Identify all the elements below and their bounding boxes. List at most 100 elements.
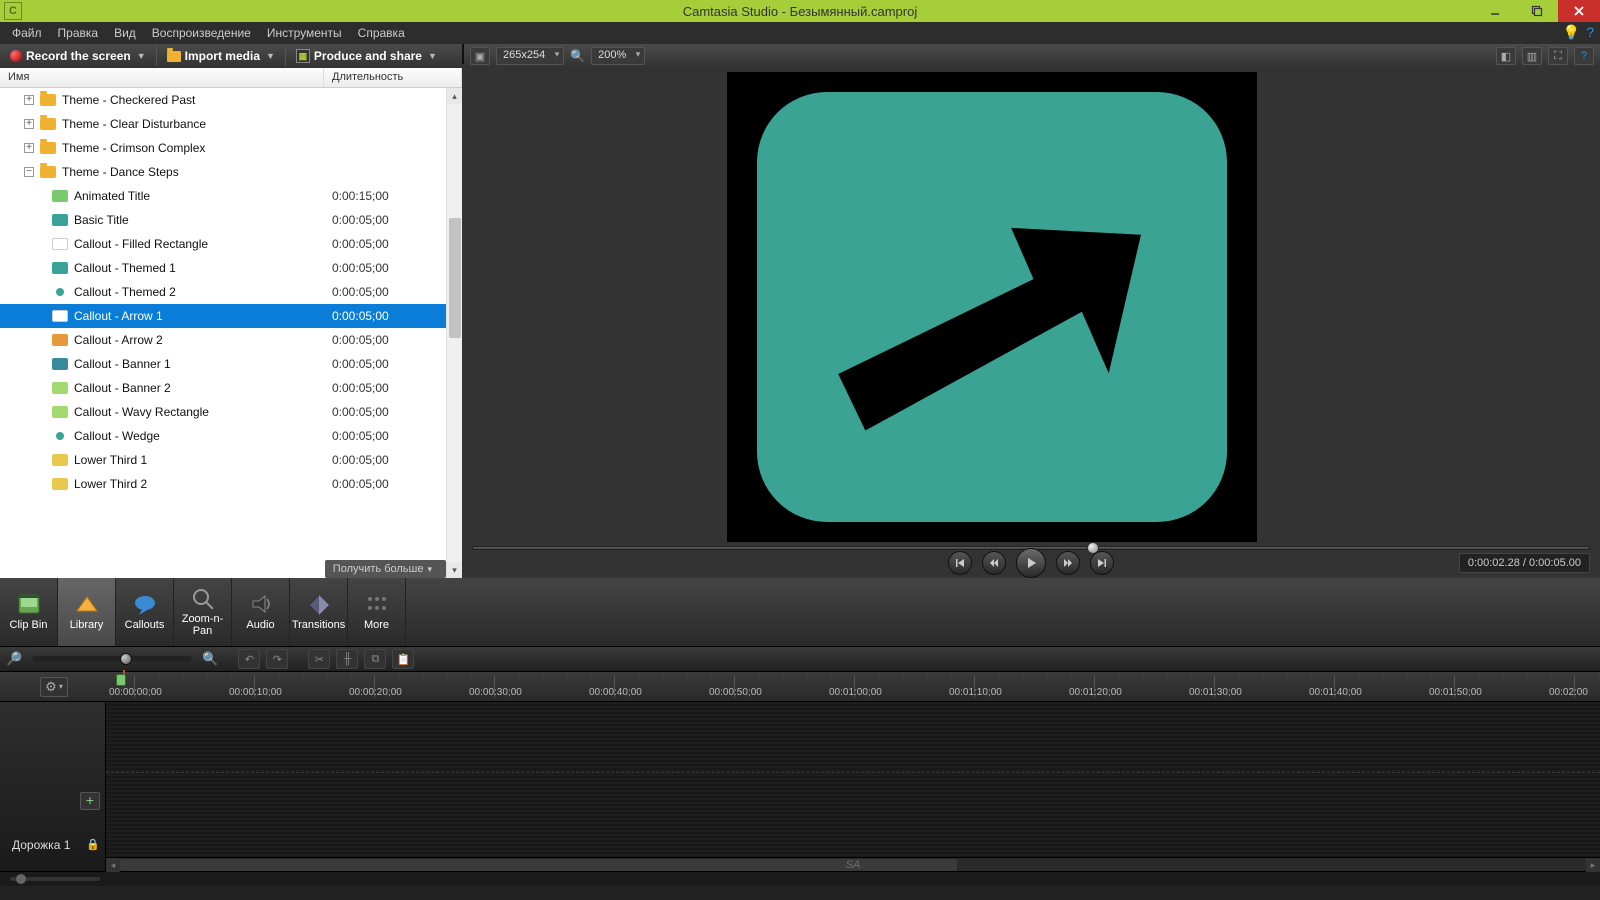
zoom-out-icon[interactable]: 🔎 <box>6 651 22 667</box>
ruler-minor-tick <box>1166 672 1167 678</box>
asset-row[interactable]: Callout - Themed 20:00:05;00 <box>0 280 462 304</box>
import-media-button[interactable]: Import media ▼ <box>161 45 281 67</box>
asset-row[interactable]: Callout - Wedge0:00:05;00 <box>0 424 462 448</box>
tooltab-zoom-n-pan[interactable]: Zoom-n-Pan <box>174 578 232 646</box>
paste-button[interactable]: 📋 <box>392 649 414 669</box>
asset-row[interactable]: Animated Title0:00:15;00 <box>0 184 462 208</box>
expand-icon[interactable]: + <box>24 143 34 153</box>
timeline-zoom-slider[interactable] <box>32 656 192 662</box>
expand-icon[interactable]: + <box>24 95 34 105</box>
asset-row[interactable]: Callout - Arrow 10:00:05;00 <box>0 304 462 328</box>
preview-tool-2[interactable]: ▥ <box>1522 47 1542 65</box>
scroll-thumb[interactable] <box>449 218 461 338</box>
timeline-options-button[interactable]: ⚙▾ <box>40 677 68 697</box>
window-title: Camtasia Studio - Безымянный.camproj <box>0 4 1600 19</box>
library-scrollbar[interactable]: ▴ ▾ <box>446 88 462 578</box>
hscroll-left-icon[interactable]: ◂ <box>106 858 120 872</box>
tips-icon[interactable]: 💡 <box>1563 24 1580 41</box>
tooltab-more[interactable]: More <box>348 578 406 646</box>
redo-button[interactable]: ↷ <box>266 649 288 669</box>
minimize-button[interactable] <box>1474 0 1516 22</box>
preview-canvas[interactable] <box>462 68 1600 542</box>
add-track-button[interactable]: + <box>80 792 100 810</box>
step-forward-button[interactable] <box>1056 551 1080 575</box>
tooltab-callouts[interactable]: Callouts <box>116 578 174 646</box>
menu-view[interactable]: Вид <box>106 24 144 42</box>
undo-button[interactable]: ↶ <box>238 649 260 669</box>
theme-folder-row[interactable]: +Theme - Checkered Past <box>0 88 462 112</box>
asset-label: Callout - Wedge <box>74 429 160 443</box>
preview-fullscreen[interactable]: ⛶ <box>1548 47 1568 65</box>
cut-button[interactable]: ✂ <box>308 649 330 669</box>
ruler-minor-tick <box>1262 672 1263 678</box>
zoom-dropdown[interactable]: 200% <box>591 47 645 65</box>
theme-folder-row[interactable]: +Theme - Crimson Complex <box>0 136 462 160</box>
column-duration[interactable]: Длительность <box>324 68 462 87</box>
timeline-ruler[interactable]: ⚙▾ 00:00:00;0000:00:10;0000:00:20;0000:0… <box>0 672 1600 702</box>
tracks-canvas[interactable]: ◂ ▸ SA <box>106 702 1600 871</box>
tooltab-clip-bin[interactable]: Clip Bin <box>0 578 58 646</box>
zoom-knob[interactable] <box>120 653 132 665</box>
chevron-down-icon: ▼ <box>137 51 146 61</box>
hscroll-thumb[interactable] <box>120 859 957 871</box>
track-1-lock-icon[interactable]: 🔒 <box>86 838 100 851</box>
column-name[interactable]: Имя <box>0 68 324 87</box>
scroll-down-icon[interactable]: ▾ <box>447 562 462 578</box>
menu-file[interactable]: Файл <box>4 24 50 42</box>
tooltab-library[interactable]: Library <box>58 578 116 646</box>
asset-row[interactable]: Callout - Wavy Rectangle0:00:05;00 <box>0 400 462 424</box>
playhead-handle[interactable] <box>116 674 126 686</box>
preview-help[interactable]: ? <box>1574 47 1594 65</box>
step-back-button[interactable] <box>982 551 1006 575</box>
produce-share-button[interactable]: ▦ Produce and share ▼ <box>290 45 443 67</box>
track-height-slider[interactable] <box>10 877 100 881</box>
hscroll-right-icon[interactable]: ▸ <box>1586 858 1600 872</box>
expand-icon[interactable]: + <box>24 119 34 129</box>
asset-row[interactable]: Basic Title0:00:05;00 <box>0 208 462 232</box>
ruler-tick-label: 00:01:50;00 <box>1429 687 1489 698</box>
folder-icon <box>40 166 56 178</box>
asset-row[interactable]: Lower Third 10:00:05;00 <box>0 448 462 472</box>
menu-help[interactable]: Справка <box>350 24 413 42</box>
asset-row[interactable]: Callout - Arrow 20:00:05;00 <box>0 328 462 352</box>
track-height-knob[interactable] <box>16 874 26 884</box>
asset-row[interactable]: Lower Third 20:00:05;00 <box>0 472 462 496</box>
asset-label: Callout - Arrow 2 <box>74 333 163 347</box>
asset-label: Callout - Filled Rectangle <box>74 237 208 251</box>
split-button[interactable]: ╫ <box>336 649 358 669</box>
collapse-icon[interactable]: − <box>24 167 34 177</box>
actionbar: Record the screen ▼ Import media ▼ ▦ Pro… <box>0 44 1600 68</box>
menu-edit[interactable]: Правка <box>50 24 107 42</box>
play-button[interactable] <box>1016 548 1046 578</box>
asset-row[interactable]: Callout - Themed 10:00:05;00 <box>0 256 462 280</box>
copy-button[interactable]: ⧉ <box>364 649 386 669</box>
record-screen-button[interactable]: Record the screen ▼ <box>4 45 152 67</box>
scroll-up-icon[interactable]: ▴ <box>447 88 462 104</box>
close-button[interactable] <box>1558 0 1600 22</box>
magnifier-icon: 🔍 <box>570 49 585 63</box>
asset-row[interactable]: Callout - Banner 10:00:05;00 <box>0 352 462 376</box>
track-gutter: + Дорожка 1 🔒 <box>0 702 106 871</box>
asset-row[interactable]: Callout - Filled Rectangle0:00:05;00 <box>0 232 462 256</box>
tooltab-transitions[interactable]: Transitions <box>290 578 348 646</box>
menu-tools[interactable]: Инструменты <box>259 24 350 42</box>
preview-tool-1[interactable]: ◧ <box>1496 47 1516 65</box>
asset-thumb-icon <box>52 478 68 490</box>
asset-row[interactable]: Callout - Banner 20:00:05;00 <box>0 376 462 400</box>
theme-folder-row[interactable]: +Theme - Clear Disturbance <box>0 112 462 136</box>
resize-canvas-icon[interactable]: ▣ <box>470 47 490 65</box>
canvas-dimensions-dropdown[interactable]: 265x254 <box>496 47 564 65</box>
playhead[interactable] <box>116 674 126 686</box>
maximize-button[interactable] <box>1516 0 1558 22</box>
help-icon[interactable]: ? <box>1586 24 1594 41</box>
zoom-in-icon[interactable]: 🔍 <box>202 651 218 667</box>
theme-folder-row[interactable]: −Theme - Dance Steps <box>0 160 462 184</box>
next-clip-button[interactable] <box>1090 551 1114 575</box>
track-1-label[interactable]: Дорожка 1 <box>12 838 70 852</box>
get-more-button[interactable]: Получить больше <box>325 560 446 578</box>
asset-label: Callout - Themed 2 <box>74 285 176 299</box>
tooltab-audio[interactable]: Audio <box>232 578 290 646</box>
timeline-hscrollbar[interactable]: ◂ ▸ <box>106 857 1600 871</box>
prev-clip-button[interactable] <box>948 551 972 575</box>
menu-playback[interactable]: Воспроизведение <box>144 24 259 42</box>
